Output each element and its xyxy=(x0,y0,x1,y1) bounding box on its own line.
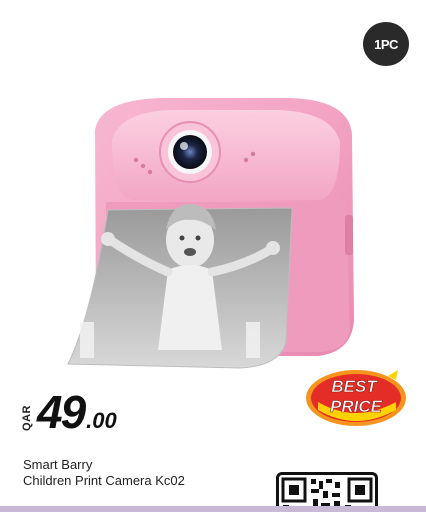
currency-label: QAR xyxy=(21,405,33,431)
price-whole: 49 xyxy=(37,386,86,438)
promo-line1: BEST xyxy=(331,377,378,396)
product-title-line1: Smart Barry xyxy=(23,457,93,472)
price-decimal: .00 xyxy=(86,408,117,433)
product-title-line2: Children Print Camera Kc02 xyxy=(23,473,185,488)
product-title[interactable]: Smart Barry Children Print Camera Kc02 xyxy=(23,457,185,489)
best-price-sticker: BEST PRICE xyxy=(306,370,406,426)
product-card[interactable]: 1PC BEST PRICE QAR 49 .00 Smart Barry Ch… xyxy=(0,0,426,512)
product-image[interactable] xyxy=(50,90,380,380)
quantity-badge: 1PC xyxy=(363,22,409,66)
bottom-divider xyxy=(0,506,426,512)
quantity-label: 1PC xyxy=(374,36,398,52)
promo-line2: PRICE xyxy=(330,397,383,416)
price: QAR 49 .00 xyxy=(21,383,117,438)
